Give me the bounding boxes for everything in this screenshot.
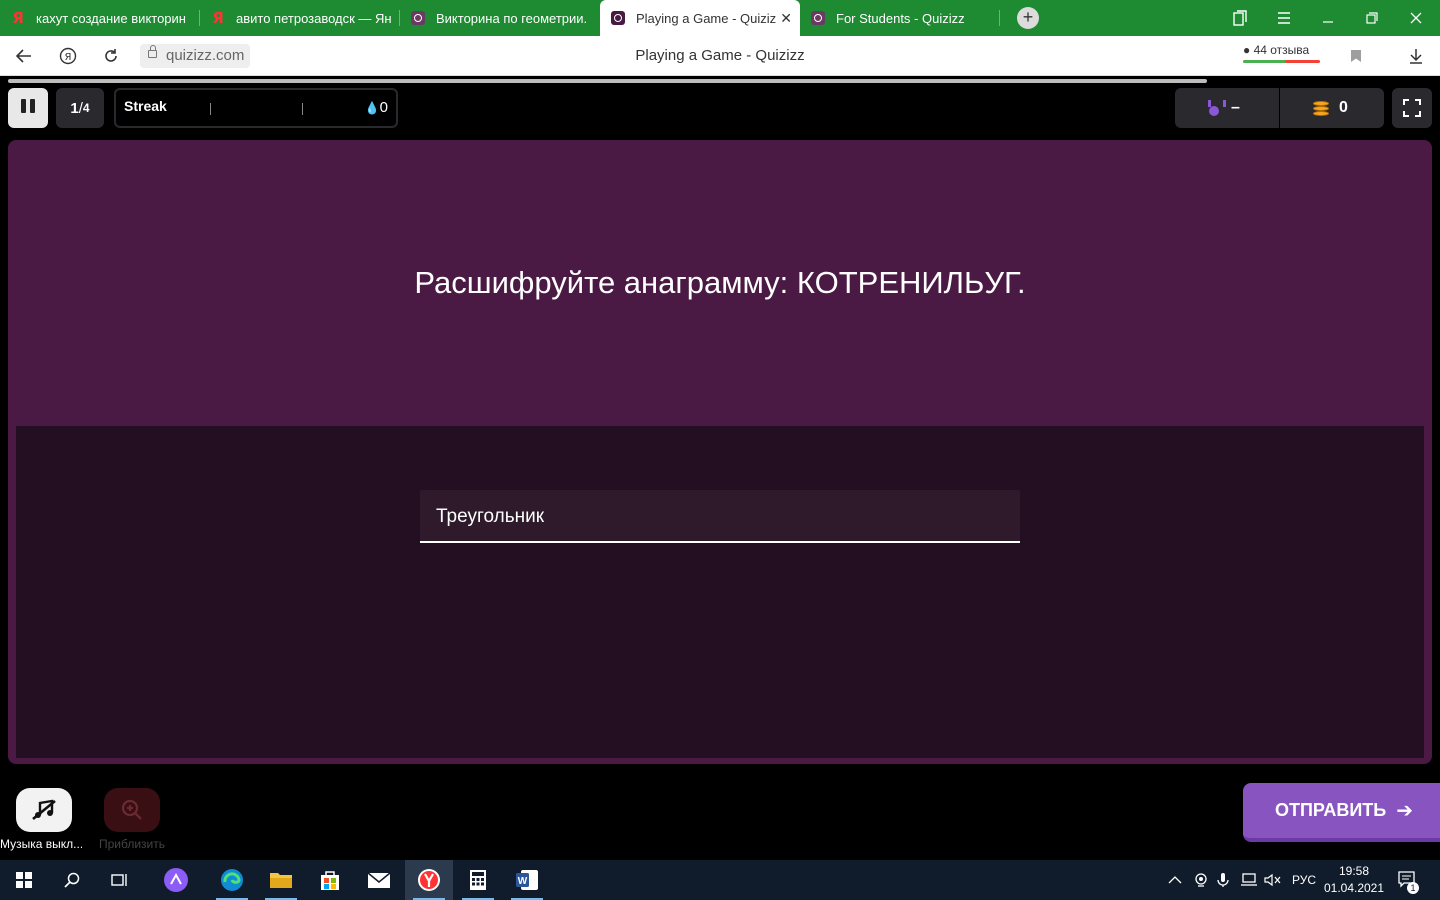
question-current: 1 bbox=[70, 99, 79, 117]
question-text: Расшифруйте анаграмму: КОТРЕНИЛЬУГ. bbox=[414, 265, 1026, 300]
camera-icon[interactable] bbox=[1193, 860, 1209, 900]
zoom-in-icon bbox=[121, 799, 142, 820]
tab-3[interactable]: Викторина по геометрии. bbox=[400, 0, 600, 36]
zoom-button[interactable] bbox=[104, 788, 160, 832]
arrow-right-icon: ➔ bbox=[1396, 800, 1413, 822]
music-off-icon bbox=[32, 799, 56, 821]
drop-icon: 💧 bbox=[364, 101, 380, 115]
task-view-icon[interactable] bbox=[96, 860, 144, 900]
restore-icon[interactable] bbox=[1350, 0, 1394, 36]
tab-title: авито петрозаводск — Ян bbox=[236, 10, 392, 26]
rank-value: – bbox=[1231, 99, 1240, 116]
fullscreen-icon bbox=[1403, 99, 1421, 117]
quizizz-icon bbox=[810, 10, 826, 26]
yandex-icon: Я bbox=[12, 9, 24, 27]
minimize-icon[interactable] bbox=[1306, 0, 1350, 36]
tab-title: кахут создание викторин bbox=[36, 10, 186, 26]
network-icon[interactable] bbox=[1240, 860, 1258, 900]
edge-icon[interactable] bbox=[208, 860, 256, 900]
bookmark-icon[interactable] bbox=[1344, 44, 1368, 68]
player-stats: – 0 bbox=[1175, 88, 1384, 128]
volume-muted-icon[interactable] bbox=[1264, 860, 1282, 900]
coins-display: 0 bbox=[1313, 88, 1348, 128]
streak-meter: Streak 💧0 bbox=[114, 88, 398, 128]
quizizz-icon bbox=[410, 10, 426, 26]
rank-display: – bbox=[1207, 88, 1240, 128]
search-icon[interactable] bbox=[48, 860, 96, 900]
calculator-icon[interactable] bbox=[454, 860, 502, 900]
submit-button[interactable]: ОТПРАВИТЬ ➔ bbox=[1243, 783, 1440, 842]
browser-tab-strip: Я кахут создание викторин Я авито петроз… bbox=[0, 0, 1440, 36]
store-icon[interactable] bbox=[306, 860, 354, 900]
new-tab-button[interactable]: + bbox=[1017, 7, 1039, 29]
comment-icon: ● bbox=[1243, 43, 1251, 57]
close-window-icon[interactable] bbox=[1394, 0, 1438, 36]
yandex-icon: Я bbox=[212, 9, 224, 27]
mail-icon[interactable] bbox=[355, 860, 403, 900]
tab-title: Викторина по геометрии. bbox=[436, 10, 588, 26]
answer-area bbox=[16, 426, 1424, 758]
tab-4-active[interactable]: Playing a Game - Quiziz ✕ bbox=[600, 0, 800, 36]
tab-2[interactable]: Я авито петрозаводск — Ян bbox=[200, 0, 400, 36]
word-icon[interactable]: W bbox=[503, 860, 551, 900]
clock[interactable]: 19:58 01.04.2021 bbox=[1322, 863, 1386, 897]
coins-value: 0 bbox=[1339, 99, 1348, 116]
tab-title: For Students - Quizizz bbox=[836, 10, 965, 26]
pause-button[interactable] bbox=[8, 88, 48, 128]
microphone-icon[interactable] bbox=[1217, 860, 1229, 900]
answer-input[interactable]: Треугольник bbox=[420, 490, 1020, 543]
clock-time: 19:58 bbox=[1338, 864, 1370, 878]
menu-icon[interactable] bbox=[1262, 0, 1306, 36]
reviews-rating-bar bbox=[1243, 60, 1320, 63]
page-title: Playing a Game - Quizizz bbox=[635, 47, 805, 64]
streak-counter: 💧0 bbox=[365, 99, 388, 116]
notifications-icon[interactable]: 1 bbox=[1398, 860, 1419, 900]
music-toggle-button[interactable] bbox=[16, 788, 72, 832]
address-bar: Я quizizz.com Playing a Game - Quizizz ●… bbox=[0, 36, 1440, 76]
reviews-count: 44 отзыва bbox=[1253, 43, 1310, 57]
medal-icon bbox=[1207, 100, 1226, 116]
streak-label: Streak bbox=[124, 98, 167, 114]
collections-icon[interactable] bbox=[1218, 0, 1262, 36]
tab-title: Playing a Game - Quiziz bbox=[636, 10, 776, 26]
fullscreen-button[interactable] bbox=[1392, 88, 1432, 128]
submit-label: ОТПРАВИТЬ bbox=[1275, 800, 1387, 820]
yandex-browser-icon[interactable] bbox=[405, 860, 453, 900]
windows-taskbar: W РУС 19:58 01.04.2021 1 bbox=[0, 860, 1440, 900]
file-explorer-icon[interactable] bbox=[257, 860, 305, 900]
windows-start-icon[interactable] bbox=[0, 860, 48, 900]
clock-date: 01.04.2021 bbox=[1323, 881, 1385, 895]
zoom-label: Приблизить bbox=[99, 837, 165, 851]
coins-icon bbox=[1313, 100, 1329, 116]
alice-icon[interactable] bbox=[152, 860, 200, 900]
question-counter: 1/4 bbox=[56, 88, 104, 128]
tab-1[interactable]: Я кахут создание викторин bbox=[0, 0, 200, 36]
close-tab-icon[interactable]: ✕ bbox=[780, 10, 792, 27]
download-icon[interactable] bbox=[1404, 44, 1428, 68]
tab-5[interactable]: For Students - Quizizz bbox=[800, 0, 1000, 36]
language-indicator[interactable]: РУС bbox=[1292, 860, 1316, 900]
notification-count: 1 bbox=[1407, 882, 1419, 894]
reviews-button[interactable]: ● 44 отзыва bbox=[1243, 43, 1320, 63]
streak-count: 0 bbox=[379, 99, 388, 116]
quizizz-icon bbox=[610, 10, 626, 26]
question-total: 4 bbox=[82, 101, 90, 115]
svg-text:W: W bbox=[518, 876, 528, 887]
show-hidden-icons[interactable] bbox=[1168, 860, 1182, 900]
music-label: Музыка выкл... bbox=[0, 837, 82, 851]
quiz-progress-bar bbox=[8, 79, 1207, 83]
pause-icon bbox=[19, 98, 37, 118]
